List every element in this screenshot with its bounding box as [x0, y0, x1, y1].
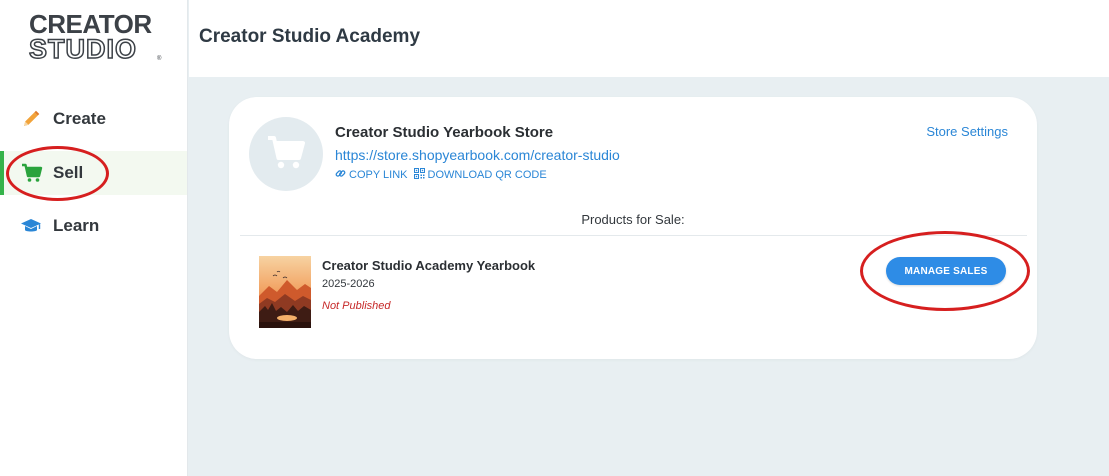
link-icon — [335, 168, 346, 182]
logo-line-1: CREATOR — [29, 9, 152, 39]
sidebar-item-label: Create — [53, 109, 106, 128]
store-url-link[interactable]: https://store.shopyearbook.com/creator-s… — [335, 147, 620, 163]
store-settings-link[interactable]: Store Settings — [926, 124, 1008, 139]
download-qr-label: DOWNLOAD QR CODE — [427, 169, 547, 181]
page-title: Creator Studio Academy — [199, 26, 421, 47]
cart-icon — [266, 134, 306, 175]
graduation-cap-icon — [20, 215, 42, 237]
pencil-icon — [20, 108, 42, 130]
store-name: Creator Studio Yearbook Store — [335, 124, 554, 141]
copy-link-button[interactable]: COPY LINK — [335, 168, 408, 182]
sidebar: CREATOR STUDIO ® Create Sell Learn — [0, 0, 188, 476]
logo-line-2: STUDIO — [28, 34, 138, 64]
sidebar-item-label: Learn — [53, 216, 100, 235]
product-status-badge: Not Published — [322, 300, 391, 312]
manage-sales-button[interactable]: MANAGE SALES — [886, 257, 1006, 285]
product-year: 2025-2026 — [322, 278, 375, 290]
qr-code-icon — [413, 168, 425, 182]
logo-trademark: ® — [157, 56, 162, 62]
sidebar-item-sell[interactable]: Sell — [0, 151, 187, 195]
creator-studio-logo[interactable]: CREATOR STUDIO ® — [28, 9, 165, 64]
products-heading: Products for Sale: — [581, 212, 685, 227]
divider — [240, 235, 1027, 236]
sidebar-item-label: Sell — [53, 163, 84, 182]
top-header: Creator Studio Academy — [189, 0, 1109, 77]
yearbook-cover-thumbnail — [259, 256, 311, 328]
sidebar-item-learn[interactable]: Learn — [0, 204, 187, 248]
store-link-actions: COPY LINK DOWNLOAD QR CODE — [335, 168, 547, 182]
product-title: Creator Studio Academy Yearbook — [322, 258, 536, 273]
store-card: Creator Studio Yearbook Store https://st… — [229, 97, 1037, 359]
copy-link-label: COPY LINK — [349, 169, 408, 181]
cart-icon — [21, 162, 43, 184]
download-qr-button[interactable]: DOWNLOAD QR CODE — [413, 168, 547, 182]
sidebar-item-create[interactable]: Create — [0, 97, 187, 141]
store-avatar — [249, 117, 323, 191]
